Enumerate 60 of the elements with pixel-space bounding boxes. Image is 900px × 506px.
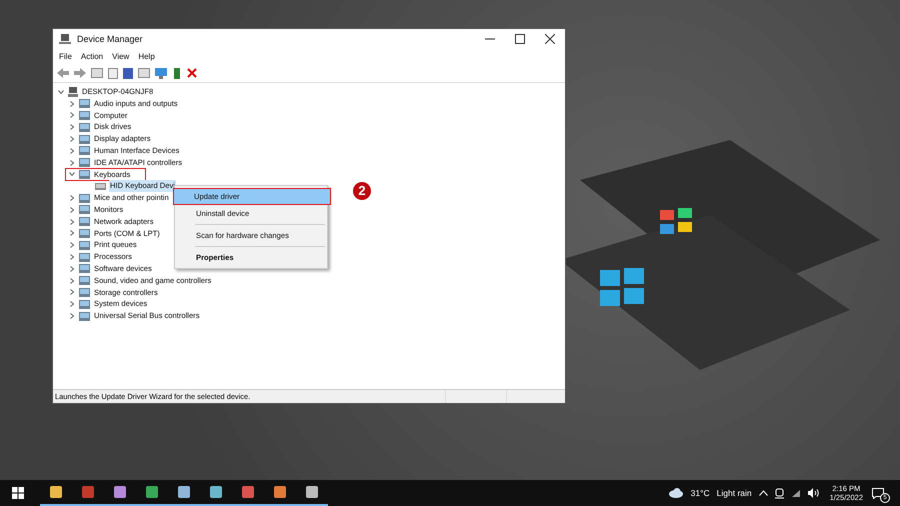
collapsed-chevron-icon[interactable] xyxy=(69,124,75,130)
device-icon xyxy=(79,264,90,274)
device-icon xyxy=(79,300,90,309)
device-icon xyxy=(79,312,90,321)
device-icon xyxy=(79,240,90,250)
menu-item[interactable]: Help xyxy=(138,52,155,61)
close-icon[interactable] xyxy=(545,34,555,44)
monitor-icon[interactable] xyxy=(155,68,167,78)
collapsed-chevron-icon[interactable] xyxy=(69,100,75,107)
expanded-chevron-icon[interactable] xyxy=(69,171,75,178)
document-icon[interactable] xyxy=(108,68,118,78)
window-title: Device Manager xyxy=(77,34,143,44)
collapsed-chevron-icon[interactable] xyxy=(69,160,75,166)
device-icon xyxy=(79,228,90,238)
collapsed-chevron-icon[interactable] xyxy=(69,206,75,213)
chevron-up-icon[interactable] xyxy=(758,490,768,496)
device-icon xyxy=(79,122,90,132)
device-icon xyxy=(79,110,90,120)
weather-condition[interactable]: Light rain xyxy=(716,488,752,498)
collapsed-chevron-icon[interactable] xyxy=(69,266,75,272)
device-icon xyxy=(79,99,90,108)
step-number-badge: 2 xyxy=(353,182,371,200)
device-icon xyxy=(79,252,90,262)
device-icon xyxy=(79,288,90,297)
device-icon xyxy=(79,158,90,168)
device-icon xyxy=(79,194,90,203)
computer-icon xyxy=(68,86,78,97)
collapsed-chevron-icon[interactable] xyxy=(69,136,75,142)
back-arrow-icon[interactable] xyxy=(57,68,69,78)
device-icon xyxy=(79,276,90,286)
device-icon xyxy=(79,217,90,226)
start-icon[interactable] xyxy=(12,487,24,499)
menu-item[interactable]: View xyxy=(112,52,130,61)
device-icon xyxy=(79,170,90,179)
menu-item[interactable]: Action xyxy=(80,52,104,61)
maximize-icon[interactable] xyxy=(515,34,525,44)
collapsed-chevron-icon[interactable] xyxy=(69,301,75,308)
collapsed-chevron-icon[interactable] xyxy=(69,278,75,284)
collapsed-chevron-icon[interactable] xyxy=(69,195,75,202)
collapsed-chevron-icon[interactable] xyxy=(69,254,75,260)
forward-arrow-icon[interactable] xyxy=(74,68,86,78)
collapsed-chevron-icon[interactable] xyxy=(69,289,75,296)
delete-icon[interactable] xyxy=(187,68,197,78)
collapsed-chevron-icon[interactable] xyxy=(69,242,75,248)
weather-temperature[interactable]: 31°C xyxy=(690,488,710,498)
speaker-icon[interactable] xyxy=(808,488,819,498)
computer-icon xyxy=(59,33,71,45)
properties-icon[interactable] xyxy=(91,68,103,78)
menu-item[interactable]: File xyxy=(59,52,72,61)
collapsed-chevron-icon[interactable] xyxy=(69,112,75,118)
device-icon xyxy=(79,146,90,156)
device-icon xyxy=(79,205,90,214)
collapsed-chevron-icon[interactable] xyxy=(69,148,75,154)
device-icon xyxy=(79,134,90,144)
collapsed-chevron-icon[interactable] xyxy=(69,313,75,320)
expanded-chevron-icon[interactable] xyxy=(58,88,64,95)
properties-icon[interactable] xyxy=(138,68,150,78)
collapsed-chevron-icon[interactable] xyxy=(69,218,75,225)
collapsed-chevron-icon[interactable] xyxy=(69,230,75,236)
keyboard-icon xyxy=(95,182,106,190)
